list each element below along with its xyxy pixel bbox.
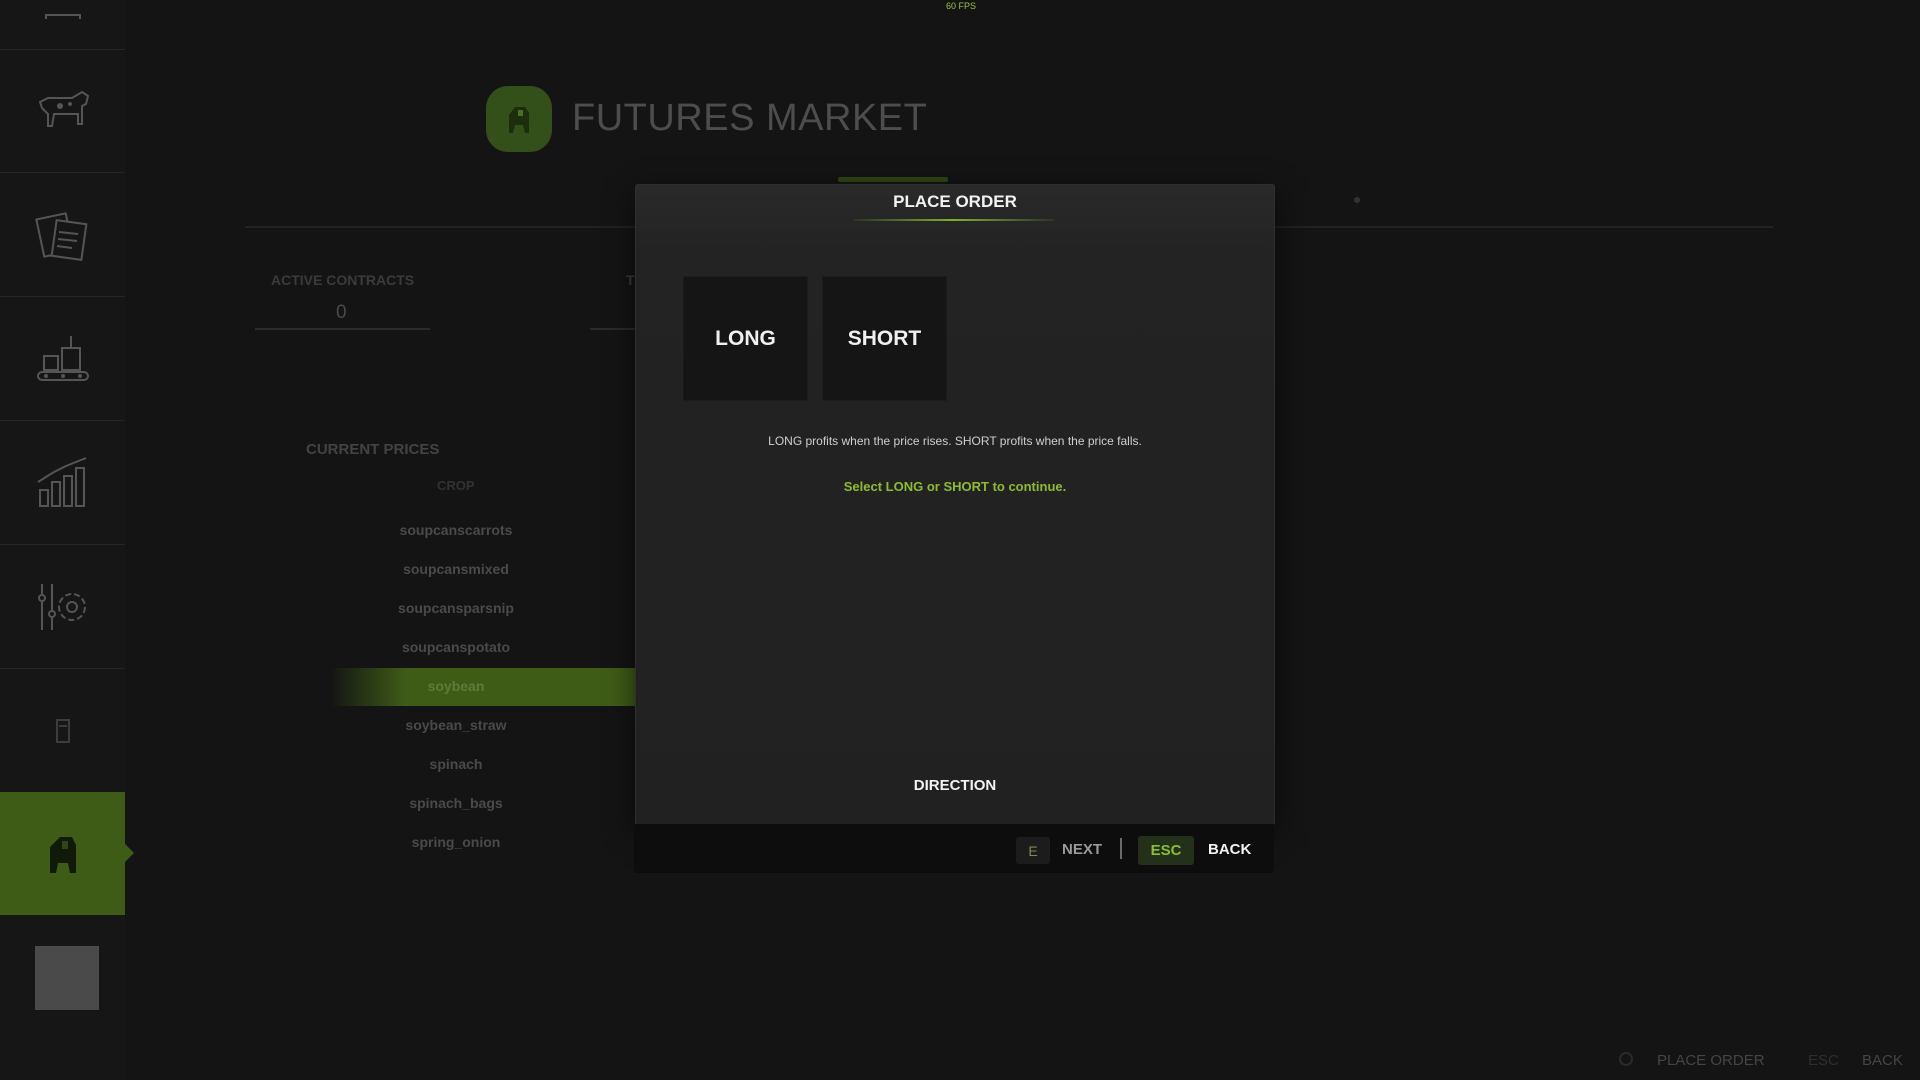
profile-thumbnail[interactable]	[35, 946, 99, 1010]
futures-market-icon	[49, 836, 76, 873]
price-row-crop[interactable]: soupcanspotato	[336, 639, 576, 655]
page-title: FUTURES MARKET	[572, 97, 928, 139]
map-icon	[44, 13, 81, 19]
back-key-hint[interactable]: ESC	[1138, 836, 1194, 865]
short-button[interactable]: SHORT	[822, 276, 947, 401]
stat-underline	[255, 328, 430, 330]
dialog-title-underline	[854, 219, 1054, 221]
price-row-crop[interactable]: soupcanscarrots	[336, 522, 576, 538]
dialog-footer: E NEXT ESC BACK	[634, 824, 1274, 873]
column-header-crop: CROP	[437, 478, 475, 493]
price-row-crop[interactable]: soybean	[336, 678, 576, 694]
stat-label-partial: T	[626, 272, 635, 288]
place-order-dialog: PLACE ORDER LONG SHORT LONG profits when…	[635, 184, 1275, 826]
active-tab-indicator	[838, 177, 948, 182]
fps-counter: 60 FPS	[946, 1, 977, 11]
price-row-crop[interactable]: spinach	[336, 756, 576, 772]
tractor-icon	[509, 107, 529, 133]
controller-button-icon	[1619, 1052, 1633, 1066]
price-row-crop[interactable]: soupcansparsnip	[336, 600, 576, 616]
tab-dot-indicator	[1354, 197, 1360, 203]
direction-description: LONG profits when the price rises. SHORT…	[768, 434, 1142, 448]
fuel-icon	[55, 718, 70, 743]
sidebar	[0, 0, 134, 1080]
futures-market-logo	[486, 86, 552, 152]
active-contracts-label: ACTIVE CONTRACTS	[271, 272, 415, 288]
active-contracts-value: 0	[336, 302, 347, 323]
direction-hint: Select LONG or SHORT to continue.	[843, 479, 1067, 494]
cow-icon	[38, 90, 89, 127]
screen: 60 FPS FUTURES MARKET ACTIVE CONTRACTS T…	[0, 0, 1920, 1080]
price-row-crop[interactable]: spring_onion	[336, 834, 576, 850]
sidebar-item-contracts[interactable]	[0, 173, 125, 297]
long-button[interactable]: LONG	[683, 276, 808, 401]
sidebar-item-map[interactable]	[0, 0, 125, 50]
statistics-icon	[36, 456, 86, 507]
place-order-hint[interactable]: PLACE ORDER	[1657, 1052, 1765, 1069]
sidebar-item-animals[interactable]	[0, 49, 125, 173]
esc-key-hint[interactable]: ESC	[1808, 1052, 1839, 1069]
sidebar-item-futures-market[interactable]	[0, 792, 134, 915]
sidebar-item-production[interactable]	[0, 297, 125, 421]
production-icon	[36, 335, 89, 381]
next-key-hint[interactable]: E	[1016, 837, 1050, 864]
current-prices-title: CURRENT PRICES	[306, 441, 440, 458]
contracts-icon	[34, 211, 87, 261]
step-label: DIRECTION	[913, 777, 997, 794]
back-button[interactable]: BACK	[1208, 841, 1251, 858]
sidebar-item-statistics[interactable]	[0, 421, 125, 545]
next-button[interactable]: NEXT	[1062, 841, 1102, 858]
back-hint[interactable]: BACK	[1862, 1052, 1903, 1069]
price-row-crop[interactable]: spinach_bags	[336, 795, 576, 811]
footer-separator	[1120, 838, 1122, 859]
settings-icon	[37, 583, 86, 630]
sidebar-item-fuel[interactable]	[0, 669, 125, 793]
price-row-crop[interactable]: soupcansmixed	[336, 561, 576, 577]
dialog-title: PLACE ORDER	[893, 192, 1017, 211]
sidebar-item-settings[interactable]	[0, 545, 125, 669]
price-row-crop[interactable]: soybean_straw	[336, 717, 576, 733]
